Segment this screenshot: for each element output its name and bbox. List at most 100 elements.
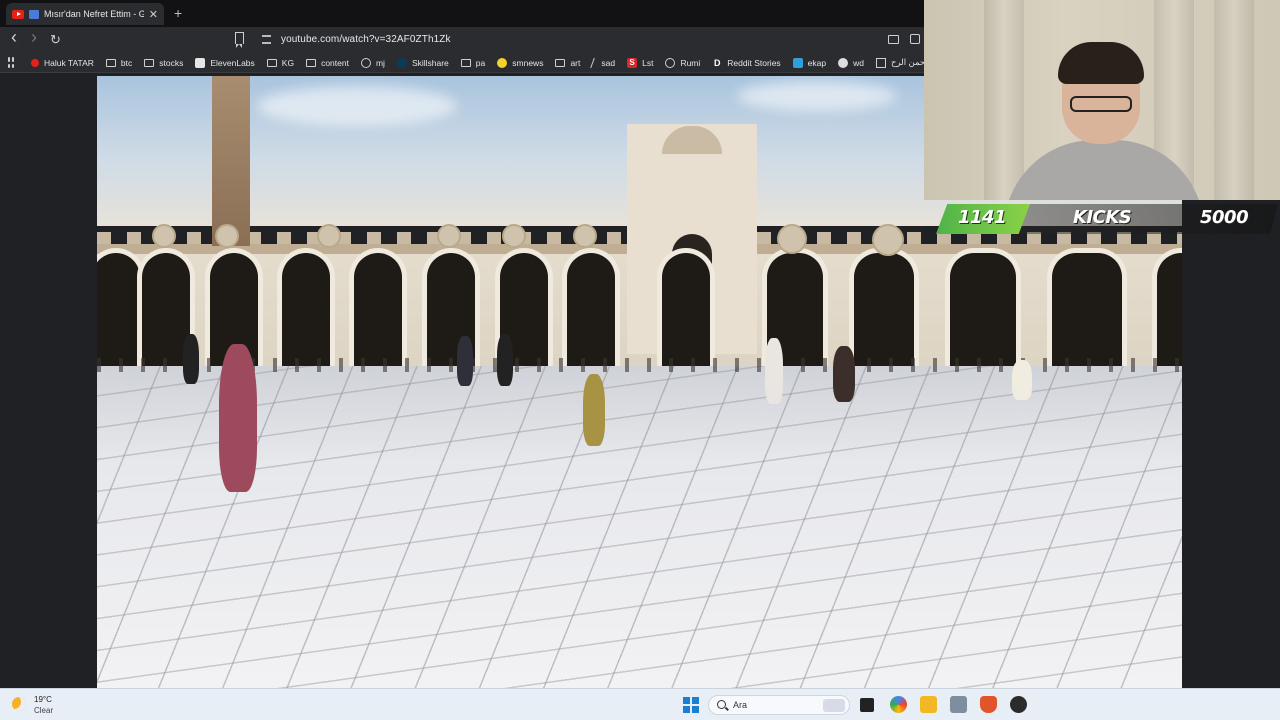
- windows-taskbar: 19°C Clear Ara: [0, 688, 1280, 720]
- video-medallion: [872, 224, 904, 256]
- file-explorer-icon[interactable]: [920, 696, 937, 713]
- search-icon: [717, 700, 726, 709]
- bird-icon: [792, 57, 803, 68]
- bookmark-mj[interactable]: mj: [360, 57, 385, 68]
- video-person: [457, 336, 473, 386]
- video-medallion: [502, 224, 526, 248]
- taskbar-search[interactable]: Ara: [708, 695, 850, 715]
- video-medallion: [573, 224, 597, 248]
- bookmark-arabic[interactable]: الرحمن الرح...: [875, 57, 924, 68]
- address-bar-row: ‹ › ↻ youtube.com/watch?v=32AF0ZTh1Zk: [0, 27, 924, 53]
- kicks-goal-overlay: 1141 KICKS 5000: [936, 204, 1278, 234]
- forward-button[interactable]: ›: [31, 27, 37, 48]
- new-tab-button[interactable]: +: [174, 5, 182, 21]
- bookmark-btc[interactable]: btc: [105, 58, 132, 68]
- apps-grid-icon[interactable]: [8, 57, 14, 68]
- video-person: [765, 338, 783, 404]
- folder-icon: [555, 58, 566, 67]
- d-icon: D: [714, 57, 721, 68]
- video-cloud: [737, 81, 897, 111]
- folder-icon: [460, 58, 471, 67]
- book-icon: [875, 57, 886, 68]
- bookmark-ekap[interactable]: ekap: [792, 57, 826, 68]
- bookmark-lst[interactable]: S Lst: [627, 57, 653, 68]
- snipping-tool-icon[interactable]: [950, 696, 967, 713]
- search-placeholder: Ara: [733, 700, 748, 710]
- video-person: [219, 344, 257, 492]
- reload-button[interactable]: ↻: [50, 32, 61, 48]
- bookmark-haluk-tatar[interactable]: Haluk TATAR: [31, 58, 94, 68]
- webcam-curtain: [1214, 0, 1254, 200]
- github-icon: [360, 57, 371, 68]
- webcam-feed: [924, 0, 1280, 200]
- folder-icon: [306, 58, 317, 67]
- skillshare-icon: [396, 57, 407, 68]
- weather-moon-icon[interactable]: [12, 697, 26, 711]
- folder-icon: [105, 58, 116, 67]
- webcam-curtain: [984, 0, 1024, 200]
- video-person: [833, 346, 855, 402]
- search-highlight-icon: [823, 699, 845, 712]
- bookmark-content[interactable]: content: [306, 58, 349, 68]
- folder-icon: [144, 58, 155, 67]
- back-button[interactable]: ‹: [11, 27, 17, 48]
- video-person: [583, 374, 605, 446]
- site-info-icon[interactable]: [262, 35, 271, 44]
- bookmark-art[interactable]: art: [555, 58, 580, 68]
- bookmark-stocks[interactable]: stocks: [144, 58, 183, 68]
- video-courtyard-floor: [97, 366, 1182, 688]
- bookmark-skillshare[interactable]: Skillshare: [396, 57, 449, 68]
- task-view-icon[interactable]: [860, 698, 874, 712]
- video-minaret: [212, 76, 250, 246]
- bookmark-rumi[interactable]: Rumi: [665, 57, 700, 68]
- share-icon[interactable]: [910, 34, 920, 44]
- bookmark-wd[interactable]: wd: [838, 57, 864, 68]
- bookmark-page-icon[interactable]: [235, 32, 244, 48]
- desktop-screen: Mısır'dan Nefret Ettim - Gelmi ✕ + ‹ › ↻…: [0, 0, 1280, 720]
- tab-title: Mısır'dan Nefret Ettim - Gelmi: [44, 9, 144, 19]
- weather-condition[interactable]: Clear: [34, 706, 53, 715]
- folder-icon: [266, 58, 277, 67]
- extension-favicon-icon: [29, 9, 39, 19]
- bookmark-pa[interactable]: pa: [460, 58, 485, 68]
- video-medallion: [437, 224, 461, 248]
- obs-studio-icon[interactable]: [1010, 696, 1027, 713]
- tab-close-icon[interactable]: ✕: [149, 8, 158, 21]
- stream-side-panel: [1182, 236, 1280, 688]
- weather-temperature[interactable]: 19°C: [34, 695, 52, 704]
- tab-active[interactable]: Mısır'dan Nefret Ettim - Gelmi ✕: [6, 3, 164, 25]
- streamer-glasses: [1070, 96, 1132, 112]
- bookmarks-bar: Haluk TATAR btc stocks ElevenLabs KG con…: [0, 53, 924, 73]
- copilot-icon[interactable]: [890, 696, 907, 713]
- kicks-count: 1141: [958, 207, 1007, 228]
- bookmark-kg[interactable]: KG: [266, 58, 294, 68]
- bookmark-smnews[interactable]: smnews: [497, 57, 543, 68]
- video-cloud: [257, 86, 457, 126]
- s-icon: S: [627, 57, 638, 68]
- video-person: [1012, 360, 1032, 400]
- cast-icon[interactable]: [888, 35, 899, 44]
- streamer-hair: [1058, 42, 1144, 84]
- url-field[interactable]: youtube.com/watch?v=32AF0ZTh1Zk: [281, 34, 451, 45]
- elevenlabs-icon: [195, 57, 206, 68]
- video-person: [183, 334, 199, 384]
- video-person: [497, 334, 513, 386]
- globe-icon: [665, 57, 676, 68]
- kicks-goal: 5000: [1200, 207, 1249, 228]
- bookmark-elevenlabs[interactable]: ElevenLabs: [195, 57, 255, 68]
- brave-browser-icon[interactable]: [980, 696, 997, 713]
- start-windows-icon[interactable]: [683, 697, 699, 713]
- kicks-label: KICKS: [1073, 207, 1132, 228]
- bookmark-sad[interactable]: sad: [590, 57, 615, 68]
- youtube-icon: [31, 58, 39, 67]
- video-medallion: [152, 224, 176, 248]
- youtube-favicon-icon: [12, 9, 24, 19]
- bookmark-reddit-stories[interactable]: D Reddit Stories: [712, 57, 781, 68]
- tab-strip: Mısır'dan Nefret Ettim - Gelmi ✕ +: [0, 0, 924, 27]
- wd-icon: [838, 57, 849, 68]
- video-medallion: [317, 224, 341, 248]
- video-medallion: [215, 224, 239, 248]
- smiley-icon: [497, 57, 508, 68]
- slash-icon: [590, 57, 599, 68]
- video-medallion: [777, 224, 807, 254]
